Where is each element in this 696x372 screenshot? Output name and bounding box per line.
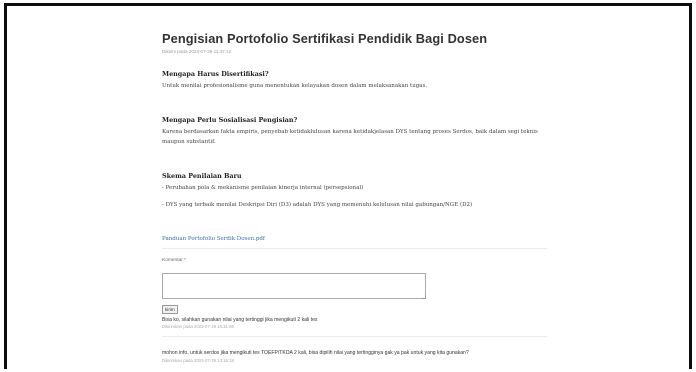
- comment-meta: Dikirimkan pada 2023-07-29 13:16:18: [162, 358, 234, 363]
- submit-comment-button[interactable]: kirim: [162, 305, 178, 314]
- comment-text: Bisa ko, silahkan gunakan nilai yang ter…: [162, 317, 318, 323]
- comment-text: mohon info, untuk serdos jika mengikuti …: [162, 350, 469, 356]
- post-meta: Dikirim pada 2023-07-29 11:47:12: [162, 49, 232, 54]
- comment-box: [162, 273, 426, 299]
- section-heading-new-scheme: Skema Penilaian Baru: [162, 172, 242, 180]
- scheme-list-item: - Perubahan pola & mekanisme penilaian k…: [162, 185, 364, 191]
- window-frame: Pengisian Portofolio Sertifikasi Pendidi…: [4, 3, 692, 369]
- section-body-why-socialize-line1: Karena berdasarkan fakta empiris, penyeb…: [162, 129, 538, 135]
- comment-label: Komentar *: [162, 258, 186, 264]
- page: Pengisian Portofolio Sertifikasi Pendidi…: [7, 6, 689, 369]
- post-title: Pengisian Portofolio Sertifikasi Pendidi…: [162, 31, 488, 46]
- divider: [162, 336, 547, 337]
- section-body-why-certify: Untuk menilai profesionalisme guna menen…: [162, 83, 428, 89]
- section-heading-why-certify: Mengapa Harus Disertifikasi?: [162, 70, 269, 78]
- scheme-list-item: - DYS yang terbaik menilai Deskripsi Dir…: [162, 202, 473, 208]
- comment-meta: Dikirimkan pada 2023-07-29 16:31:06: [162, 324, 234, 329]
- comment-textarea[interactable]: [162, 273, 426, 299]
- resize-grip[interactable]: [422, 295, 426, 299]
- section-body-why-socialize-line2: maupun substantif.: [162, 139, 216, 145]
- divider: [162, 248, 547, 249]
- required-mark: *: [184, 258, 187, 263]
- attachment-link[interactable]: Panduan Portofolio Serdik Dosen.pdf: [162, 235, 265, 243]
- comment-label-text: Komentar: [162, 258, 183, 263]
- section-heading-why-socialize: Mengapa Perlu Sosialisasi Pengisian?: [162, 116, 298, 124]
